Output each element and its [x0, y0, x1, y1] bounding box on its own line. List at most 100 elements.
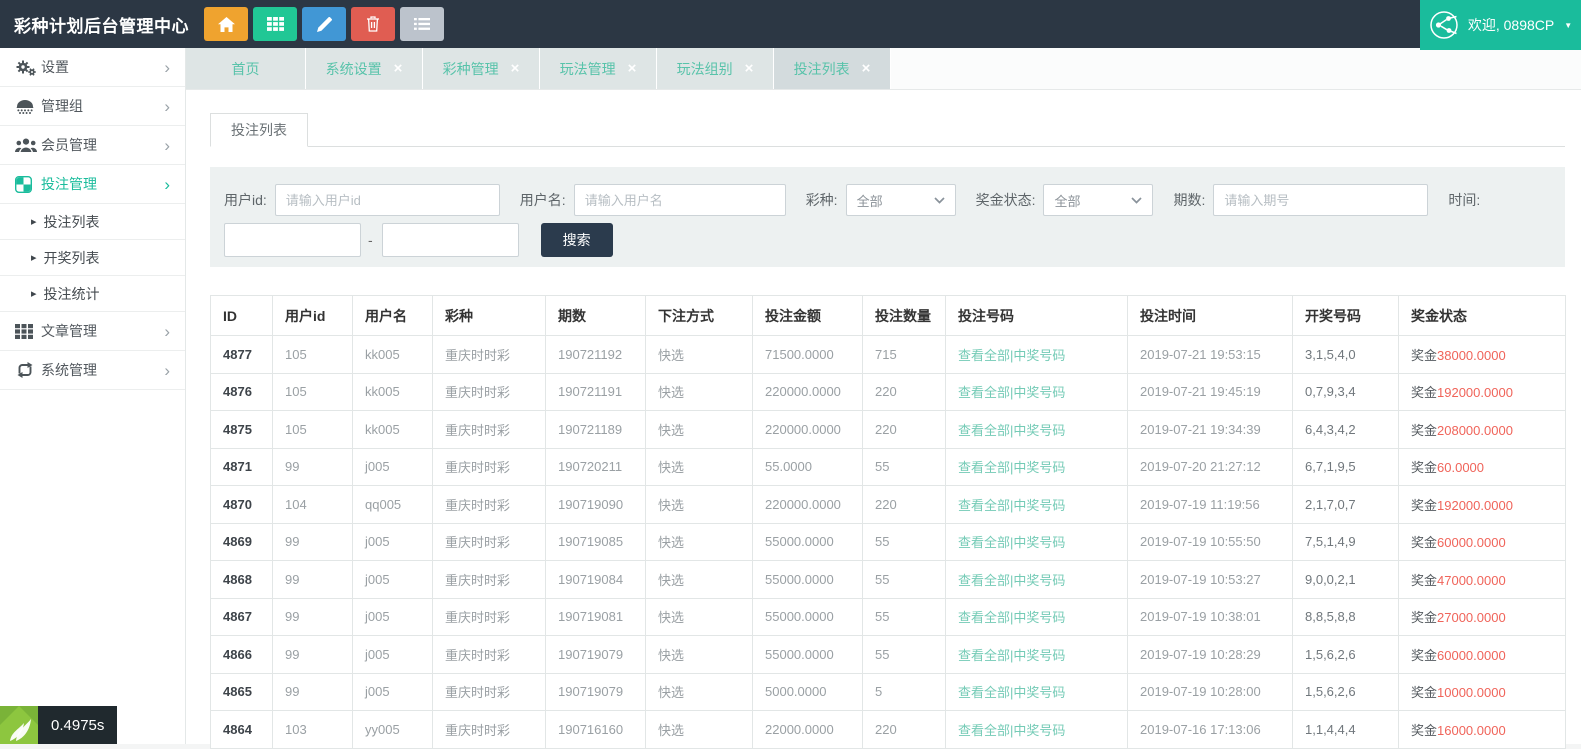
close-icon[interactable]: ×: [745, 61, 754, 76]
lottery-label: 彩种:: [806, 190, 838, 210]
view-winning-numbers-link[interactable]: 查看全部|中奖号码: [946, 711, 1128, 749]
cell-quantity: 55: [863, 598, 946, 636]
column-header-3: 彩种: [433, 296, 546, 336]
home-button[interactable]: [204, 7, 248, 41]
close-icon[interactable]: ×: [628, 61, 637, 76]
prize-status-select[interactable]: 全部: [1043, 184, 1153, 216]
sidebar-item-system[interactable]: 系统管理›: [0, 351, 185, 390]
view-winning-numbers-link[interactable]: 查看全部|中奖号码: [946, 411, 1128, 449]
sidebar-item-admin-group-label: 管理组: [41, 96, 83, 116]
view-winning-numbers-link[interactable]: 查看全部|中奖号码: [946, 598, 1128, 636]
sidebar-item-articles[interactable]: 文章管理›: [0, 312, 185, 351]
cell-quantity: 220: [863, 486, 946, 524]
period-label: 期数:: [1173, 190, 1205, 210]
tab-bet-list[interactable]: 投注列表 ×: [774, 48, 891, 89]
sidebar-item-settings[interactable]: 设置›: [0, 48, 185, 87]
sidebar-subitem-bet-list-label: 投注列表: [44, 212, 100, 232]
cell-bet-time: 2019-07-19 10:53:27: [1128, 561, 1293, 599]
bet-table-wrap: ID用户id用户名彩种期数下注方式投注金额投注数量投注号码投注时间开奖号码奖金状…: [210, 295, 1565, 749]
column-header-10: 开奖号码: [1293, 296, 1399, 336]
panel-tab-label: 投注列表: [231, 120, 287, 140]
gears-icon: [15, 59, 41, 76]
cell-bet-time: 2019-07-20 21:27:12: [1128, 448, 1293, 486]
cell-prize-status: 奖金208000.0000: [1399, 411, 1566, 449]
sidebar-item-bet-manage[interactable]: 投注管理›: [0, 165, 185, 204]
view-winning-numbers-link[interactable]: 查看全部|中奖号码: [946, 336, 1128, 374]
period-input[interactable]: [1213, 184, 1428, 216]
user-id-input[interactable]: [275, 184, 500, 216]
cell-user-id: 105: [273, 373, 353, 411]
table-row: 486899j005重庆时时彩190719084快选55000.000055查看…: [211, 561, 1566, 599]
cell-username: j005: [353, 561, 433, 599]
home-icon: [218, 17, 235, 32]
app-title: 彩种计划后台管理中心: [0, 12, 192, 37]
sidebar-subitem-bet-list[interactable]: ▸投注列表: [0, 204, 185, 240]
cell-prize-status: 奖金16000.0000: [1399, 711, 1566, 749]
list-button[interactable]: [400, 7, 444, 41]
cell-id: 4877: [211, 336, 273, 374]
cell-id: 4870: [211, 486, 273, 524]
sidebar-subitem-bet-stats[interactable]: ▸投注统计: [0, 276, 185, 312]
cell-username: j005: [353, 523, 433, 561]
cell-quantity: 715: [863, 336, 946, 374]
user-menu[interactable]: 欢迎, 0898CP ▼: [1420, 0, 1581, 50]
sidebar: 设置›管理组›会员管理›投注管理›▸投注列表▸开奖列表▸投注统计文章管理›系统管…: [0, 48, 186, 744]
prize-amount: 192000.0000: [1437, 385, 1513, 400]
delete-button[interactable]: [351, 7, 395, 41]
view-winning-numbers-link[interactable]: 查看全部|中奖号码: [946, 673, 1128, 711]
view-winning-numbers-link[interactable]: 查看全部|中奖号码: [946, 373, 1128, 411]
chevron-right-icon: ›: [164, 176, 170, 193]
view-winning-numbers-link[interactable]: 查看全部|中奖号码: [946, 636, 1128, 674]
system-loop-icon: [15, 362, 41, 378]
filter-prize-status: 奖金状态: 全部: [976, 184, 1154, 216]
tab-lottery-manage[interactable]: 彩种管理×: [423, 48, 540, 89]
cell-username: qq005: [353, 486, 433, 524]
cell-draw-numbers: 0,7,9,3,4: [1293, 373, 1399, 411]
sidebar-item-members[interactable]: 会员管理›: [0, 126, 185, 165]
cell-amount: 55000.0000: [753, 598, 863, 636]
username-input[interactable]: [574, 184, 786, 216]
view-winning-numbers-link[interactable]: 查看全部|中奖号码: [946, 486, 1128, 524]
table-row: 487199j005重庆时时彩190720211快选55.000055查看全部|…: [211, 448, 1566, 486]
tab-home[interactable]: 首页: [186, 48, 306, 89]
filter-row-1: 用户id: 用户名: 彩种: 全部 奖金状态: 全部: [224, 184, 1565, 216]
close-icon[interactable]: ×: [511, 61, 520, 76]
lottery-select[interactable]: 全部: [846, 184, 956, 216]
cell-bet-type: 快选: [646, 411, 753, 449]
cell-bet-time: 2019-07-21 19:53:15: [1128, 336, 1293, 374]
cell-bet-type: 快选: [646, 636, 753, 674]
view-winning-numbers-link[interactable]: 查看全部|中奖号码: [946, 448, 1128, 486]
search-button[interactable]: 搜索: [541, 223, 613, 257]
modules-button[interactable]: [253, 7, 297, 41]
edit-button[interactable]: [302, 7, 346, 41]
filter-user-id: 用户id:: [224, 184, 500, 216]
cell-username: kk005: [353, 336, 433, 374]
tab-system-settings[interactable]: 系统设置×: [306, 48, 423, 89]
close-icon[interactable]: ×: [862, 61, 871, 76]
articles-grid-icon: [15, 324, 41, 339]
sidebar-item-system-label: 系统管理: [41, 360, 97, 380]
end-date-input[interactable]: [382, 223, 519, 257]
cell-draw-numbers: 6,4,3,4,2: [1293, 411, 1399, 449]
cell-username: j005: [353, 598, 433, 636]
tab-play-group-label: 玩法组别: [677, 59, 733, 79]
close-icon[interactable]: ×: [394, 61, 403, 76]
view-winning-numbers-link[interactable]: 查看全部|中奖号码: [946, 561, 1128, 599]
tab-bet-list-label: 投注列表: [794, 59, 850, 79]
table-row: 486999j005重庆时时彩190719085快选55000.000055查看…: [211, 523, 1566, 561]
trash-icon: [366, 16, 380, 32]
sidebar-subitem-draw-list[interactable]: ▸开奖列表: [0, 240, 185, 276]
cell-draw-numbers: 1,5,6,2,6: [1293, 673, 1399, 711]
tab-play-manage[interactable]: 玩法管理×: [540, 48, 657, 89]
tab-play-group[interactable]: 玩法组别 ×: [657, 48, 774, 89]
filter-time: 时间:: [1448, 190, 1488, 210]
sidebar-item-admin-group[interactable]: 管理组 ›: [0, 87, 185, 126]
column-header-5: 下注方式: [646, 296, 753, 336]
cell-draw-numbers: 1,1,4,4,4: [1293, 711, 1399, 749]
start-date-input[interactable]: [224, 223, 361, 257]
panel-tab-bet-list[interactable]: 投注列表: [210, 113, 308, 147]
prize-amount: 47000.0000: [1437, 573, 1506, 588]
username-label: 用户名:: [520, 190, 566, 210]
chevron-right-icon: ›: [164, 98, 170, 115]
view-winning-numbers-link[interactable]: 查看全部|中奖号码: [946, 523, 1128, 561]
